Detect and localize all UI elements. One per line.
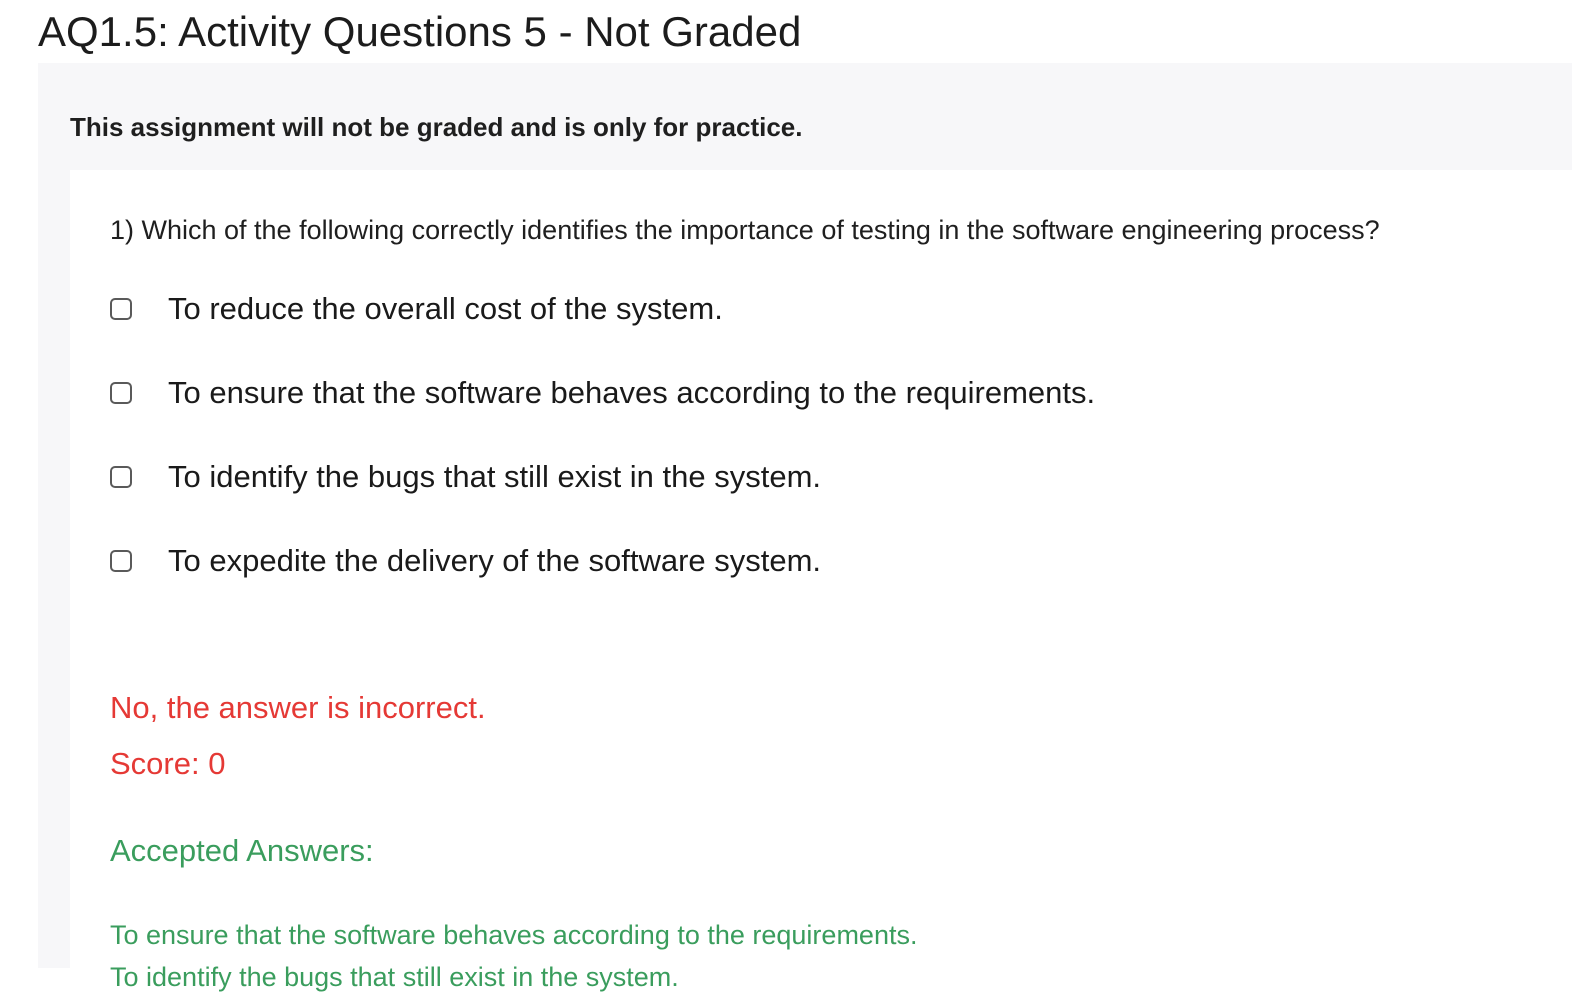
option-label: To identify the bugs that still exist in… — [168, 459, 822, 494]
score-text: Score: 0 — [110, 746, 226, 781]
option-label: To ensure that the software behaves acco… — [168, 375, 1096, 410]
accepted-answers-heading: Accepted Answers: — [110, 833, 374, 868]
checkbox-icon[interactable] — [110, 466, 132, 488]
option-1[interactable]: To reduce the overall cost of the system… — [110, 289, 723, 329]
option-label: To expedite the delivery of the software… — [168, 543, 822, 578]
assignment-panel: This assignment will not be graded and i… — [38, 63, 1572, 992]
accepted-answer: To identify the bugs that still exist in… — [110, 962, 679, 992]
option-2[interactable]: To ensure that the software behaves acco… — [110, 373, 1095, 413]
checkbox-icon[interactable] — [110, 298, 132, 320]
checkbox-icon[interactable] — [110, 382, 132, 404]
practice-notice: This assignment will not be graded and i… — [70, 112, 803, 142]
incorrect-feedback: No, the answer is incorrect. — [110, 690, 486, 725]
option-label: To reduce the overall cost of the system… — [168, 291, 723, 326]
question-text: 1) Which of the following correctly iden… — [110, 215, 1380, 245]
accepted-answer: To ensure that the software behaves acco… — [110, 920, 918, 950]
checkbox-icon[interactable] — [110, 550, 132, 572]
option-4[interactable]: To expedite the delivery of the software… — [110, 541, 821, 581]
question-card: 1) Which of the following correctly iden… — [70, 170, 1572, 992]
accepted-answers-list: To ensure that the software behaves acco… — [110, 914, 917, 998]
page-title: AQ1.5: Activity Questions 5 - Not Graded — [38, 8, 802, 55]
option-3[interactable]: To identify the bugs that still exist in… — [110, 457, 821, 497]
